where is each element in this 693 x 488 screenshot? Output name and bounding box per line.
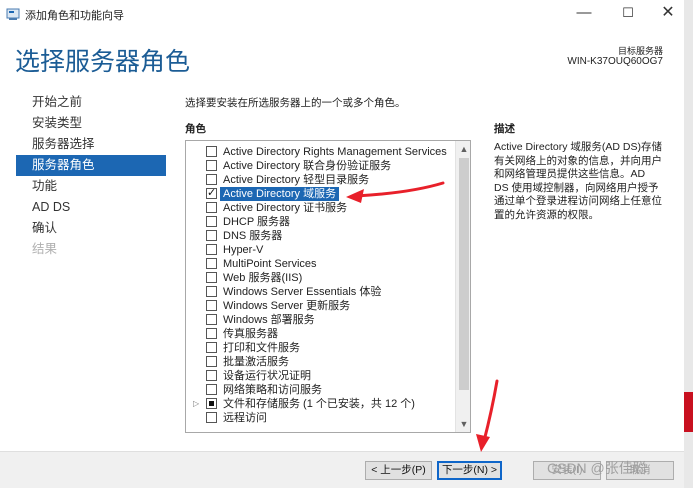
- background-red-fragment: [684, 392, 693, 432]
- arrow-to-next-head: [476, 434, 490, 452]
- role-label[interactable]: Active Directory 轻型目录服务: [223, 173, 369, 187]
- role-row[interactable]: DHCP 服务器: [186, 215, 455, 229]
- previous-button[interactable]: < 上一步(P): [365, 461, 432, 480]
- role-row[interactable]: 设备运行状况证明: [186, 369, 455, 383]
- role-label[interactable]: Windows 部署服务: [223, 313, 315, 327]
- role-row[interactable]: Windows Server Essentials 体验: [186, 285, 455, 299]
- nav-item-1[interactable]: 安装类型: [16, 113, 166, 134]
- role-label[interactable]: 远程访问: [223, 411, 267, 425]
- roles-heading: 角色: [185, 123, 206, 135]
- role-row[interactable]: 网络策略和访问服务: [186, 383, 455, 397]
- scroll-thumb[interactable]: [459, 158, 469, 390]
- role-row[interactable]: Active Directory 域服务: [186, 186, 455, 201]
- nav-item-4[interactable]: 功能: [16, 176, 166, 197]
- role-row[interactable]: 传真服务器: [186, 327, 455, 341]
- role-checkbox[interactable]: [206, 398, 217, 409]
- role-checkbox[interactable]: [206, 384, 217, 395]
- role-checkbox[interactable]: [206, 412, 217, 423]
- scroll-up-icon[interactable]: ▲: [456, 141, 470, 157]
- nav-item-7: 结果: [32, 242, 58, 256]
- role-checkbox[interactable]: [206, 216, 217, 227]
- next-button[interactable]: 下一步(N) >: [437, 461, 502, 480]
- role-label[interactable]: 文件和存储服务 (1 个已安装，共 12 个): [223, 397, 415, 411]
- role-checkbox[interactable]: [206, 244, 217, 255]
- role-row[interactable]: 打印和文件服务: [186, 341, 455, 355]
- role-label[interactable]: Windows Server Essentials 体验: [223, 285, 381, 299]
- description-heading: 描述: [494, 123, 515, 135]
- role-label[interactable]: Active Directory 联合身份验证服务: [223, 159, 391, 173]
- role-checkbox[interactable]: [206, 356, 217, 367]
- nav-item-3[interactable]: 服务器角色: [16, 155, 166, 176]
- role-row[interactable]: Active Directory 轻型目录服务: [186, 173, 455, 187]
- role-checkbox[interactable]: [206, 146, 217, 157]
- role-row[interactable]: Active Directory Rights Management Servi…: [186, 145, 455, 159]
- role-label[interactable]: Web 服务器(IIS): [223, 271, 302, 285]
- role-label[interactable]: 传真服务器: [223, 327, 278, 341]
- role-checkbox[interactable]: [206, 342, 217, 353]
- server-manager-icon: [6, 8, 20, 20]
- role-checkbox[interactable]: [206, 174, 217, 185]
- role-row[interactable]: MultiPoint Services: [186, 257, 455, 271]
- roles-list: Active Directory Rights Management Servi…: [186, 145, 455, 425]
- role-label[interactable]: MultiPoint Services: [223, 257, 317, 271]
- csdn-watermark: CSDN @张佳聪: [547, 460, 647, 476]
- nav-item-6[interactable]: 确认: [16, 218, 166, 239]
- role-checkbox[interactable]: [206, 328, 217, 339]
- role-checkbox[interactable]: [206, 230, 217, 241]
- role-label[interactable]: Active Directory 域服务: [220, 187, 340, 201]
- role-label[interactable]: 打印和文件服务: [223, 341, 300, 355]
- role-checkbox[interactable]: [206, 186, 217, 200]
- role-label[interactable]: DNS 服务器: [223, 229, 282, 243]
- minimize-button[interactable]: —: [566, 2, 602, 24]
- role-label[interactable]: Active Directory Rights Management Servi…: [223, 145, 447, 159]
- role-label[interactable]: 批量激活服务: [223, 355, 289, 369]
- role-label[interactable]: DHCP 服务器: [223, 215, 290, 229]
- roles-tree[interactable]: Active Directory Rights Management Servi…: [185, 140, 471, 433]
- nav-item-2[interactable]: 服务器选择: [16, 134, 166, 155]
- target-server-name: WIN-K37OUQ60OG7: [567, 56, 663, 67]
- role-label[interactable]: Hyper-V: [223, 243, 263, 257]
- role-checkbox[interactable]: [206, 272, 217, 283]
- window-title: 添加角色和功能向导: [25, 10, 124, 22]
- role-row[interactable]: Active Directory 联合身份验证服务: [186, 159, 455, 173]
- role-label[interactable]: Windows Server 更新服务: [223, 299, 350, 313]
- role-row[interactable]: Windows Server 更新服务: [186, 299, 455, 313]
- role-checkbox[interactable]: [206, 202, 217, 213]
- page-title: 选择服务器角色: [15, 47, 191, 76]
- expand-chevron-icon[interactable]: ▷: [193, 397, 199, 411]
- role-label[interactable]: 设备运行状况证明: [223, 369, 311, 383]
- role-row[interactable]: DNS 服务器: [186, 229, 455, 243]
- roles-scrollbar[interactable]: ▲ ▼: [455, 141, 470, 432]
- role-checkbox[interactable]: [206, 258, 217, 269]
- role-checkbox[interactable]: [206, 300, 217, 311]
- title-bar: 添加角色和功能向导 — ☐ ✕: [0, 0, 684, 30]
- role-row[interactable]: Hyper-V: [186, 243, 455, 257]
- background-window-edge: [684, 0, 693, 488]
- role-label[interactable]: 网络策略和访问服务: [223, 383, 322, 397]
- role-label[interactable]: Active Directory 证书服务: [223, 201, 347, 215]
- role-checkbox[interactable]: [206, 314, 217, 325]
- role-row[interactable]: Active Directory 证书服务: [186, 201, 455, 215]
- nav-item-5[interactable]: AD DS: [16, 197, 166, 218]
- role-row[interactable]: Windows 部署服务: [186, 313, 455, 327]
- nav-item-0[interactable]: 开始之前: [16, 92, 166, 113]
- role-row[interactable]: Web 服务器(IIS): [186, 271, 455, 285]
- role-checkbox[interactable]: [206, 370, 217, 381]
- maximize-button[interactable]: ☐: [610, 2, 646, 24]
- scroll-down-icon[interactable]: ▼: [456, 416, 470, 432]
- role-row[interactable]: 批量激活服务: [186, 355, 455, 369]
- wizard-nav: 开始之前 安装类型 服务器选择 服务器角色 功能 AD DS 确认结果: [16, 92, 166, 260]
- role-description: Active Directory 域服务(AD DS)存储有关网络上的对象的信息…: [494, 141, 663, 221]
- intro-text: 选择要安装在所选服务器上的一个或多个角色。: [185, 97, 406, 109]
- close-button[interactable]: ✕: [650, 2, 686, 24]
- arrow-to-next: [482, 379, 499, 443]
- role-checkbox[interactable]: [206, 160, 217, 171]
- role-row[interactable]: ▷ 文件和存储服务 (1 个已安装，共 12 个): [186, 397, 455, 411]
- role-row[interactable]: 远程访问: [186, 411, 455, 425]
- role-checkbox[interactable]: [206, 286, 217, 297]
